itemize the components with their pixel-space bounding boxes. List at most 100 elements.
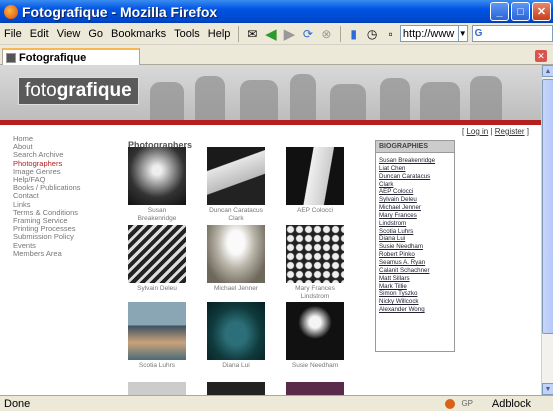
photographer-thumbnail[interactable] [286,225,344,283]
biography-link[interactable]: AEP Colocci [379,188,451,196]
caption-line: Susie Needham [291,362,339,369]
caption-line: Scotia Luhrs [138,362,176,369]
biography-link[interactable]: Duncan Caratacus [379,173,451,181]
photographer-thumbnail[interactable] [207,302,265,360]
biography-link[interactable]: Liat Chen [379,165,451,173]
menu-tools[interactable]: Tools [170,28,204,40]
photographer-thumbnail[interactable] [207,147,265,205]
banner-silhouette [240,80,278,120]
biography-link[interactable]: Calanit Schachner [379,267,451,275]
banner-silhouette [150,82,184,120]
biography-link[interactable]: Matt Sillars [379,275,451,283]
biographies-list: Susan Breakenridge Liat Chen Duncan Carata… [376,153,454,318]
scroll-up-icon[interactable]: ▲ [542,65,553,77]
caption-line: Clark [228,214,244,222]
minimize-button[interactable]: _ [490,2,509,21]
caption-line: Mary Frances [295,285,335,292]
biography-link[interactable]: Simon Tyszko [379,290,451,298]
biography-link[interactable]: Susie Needham [379,243,451,251]
menu-help[interactable]: Help [204,28,235,40]
menu-toolbar: File Edit View Go Bookmarks Tools Help ✉… [0,23,553,45]
logo-light-text: foto [25,80,57,101]
biography-link[interactable]: Nicky Willcock [379,298,451,306]
account-links: [ Log in | Register ] [461,127,529,136]
biography-link[interactable]: Susan Breakenridge [379,157,451,165]
menu-edit[interactable]: Edit [26,28,53,40]
photographer-thumbnail[interactable] [286,147,344,205]
biography-link[interactable]: Sylvain Deleu [379,196,451,204]
status-text: Done [4,397,31,410]
photographer-caption[interactable]: Diana Lui [196,362,276,370]
sidebar-icon[interactable]: ▮ [346,26,360,42]
page-viewport: foto grafique [ Log in | Register ] Home A… [0,65,541,395]
biography-link[interactable]: Clark [379,181,451,189]
adblock-label[interactable]: Adblock [492,398,531,410]
photographer-thumbnail[interactable] [286,302,344,360]
url-input[interactable]: http://www [399,25,459,42]
photographer-thumbnail[interactable] [128,302,186,360]
tab-close-icon[interactable]: ✕ [535,50,547,62]
menu-view[interactable]: View [53,28,85,40]
title-bar: Fotografique - Mozilla Firefox _ □ ✕ [0,0,553,23]
biography-link[interactable]: Scotia Luhrs [379,228,451,236]
url-dropdown-icon[interactable]: ▼ [458,25,468,42]
photographer-caption[interactable]: Scotia Luhrs [117,362,197,370]
login-link[interactable]: Log in [466,127,488,136]
photographer-caption[interactable]: AEP Colocci [275,207,355,215]
tab-strip: Fotografique ✕ [0,45,553,65]
photographer-thumbnail[interactable] [128,225,186,283]
firefox-status-icon [445,398,455,409]
caption-line: AEP Colocci [296,207,333,214]
search-input[interactable]: G [471,25,553,42]
reload-icon[interactable]: ⟳ [301,26,315,42]
photographer-thumbnail[interactable] [128,382,186,395]
biography-link[interactable]: Mary Frances [379,212,451,220]
menu-go[interactable]: Go [84,28,107,40]
register-link[interactable]: Register [495,127,525,136]
site-logo[interactable]: foto grafique [18,77,139,105]
history-icon[interactable]: ◷ [365,26,379,42]
gp-indicator: GP [461,399,473,408]
scroll-down-icon[interactable]: ▼ [542,383,553,395]
window-title: Fotografique - Mozilla Firefox [22,3,218,20]
biography-link[interactable]: Seamus A. Ryan [379,259,451,267]
biography-link[interactable]: Lindstrom [379,220,451,228]
biographies-header: BIOGRAPHIES [376,141,454,153]
status-bar: Done GP Adblock [0,395,553,411]
photographer-caption[interactable]: Sylvain Deleu [117,285,197,293]
logo-bold-text: grafique [56,80,132,101]
caption-line: Lindstrom [300,292,330,300]
photographer-caption[interactable]: Susan Breakenridge [117,207,197,222]
menu-bookmarks[interactable]: Bookmarks [107,28,170,40]
photographer-caption[interactable]: Duncan Caratacus Clark [196,207,276,222]
photographer-caption[interactable]: Michael Jenner [196,285,276,293]
biography-link[interactable]: Mark Tillie [379,283,451,291]
photographer-thumbnail[interactable] [286,382,344,395]
nav-item[interactable]: Members Area [13,249,113,258]
forward-icon[interactable]: ▶ [282,26,296,43]
tab-label: Fotografique [19,51,87,64]
tab-fotografique[interactable]: Fotografique [2,48,140,65]
banner-silhouette [330,84,366,120]
photographer-thumbnail[interactable] [207,382,265,395]
photographer-caption[interactable]: Susie Needham [275,362,355,370]
photographer-thumbnail[interactable] [207,225,265,283]
close-button[interactable]: ✕ [532,2,551,21]
stop-icon[interactable]: ⊗ [319,26,333,42]
biography-link[interactable]: Robert Pinko [379,251,451,259]
biography-link[interactable]: Alexander Wong [379,306,451,314]
biography-link[interactable]: Michael Jenner [379,204,451,212]
favicon-icon [6,52,16,63]
mail-icon[interactable]: ✉ [245,26,259,42]
photographer-thumbnail[interactable] [128,147,186,205]
caption-line: Sylvain Deleu [137,285,177,292]
biographies-panel: BIOGRAPHIES Susan Breakenridge Liat Chen D… [375,140,455,352]
back-icon[interactable]: ◀ [264,26,278,43]
window-controls: _ □ ✕ [490,2,551,21]
menu-file[interactable]: File [0,28,26,40]
maximize-button[interactable]: □ [511,2,530,21]
biography-link[interactable]: Diana Lui [379,235,451,243]
photographer-caption[interactable]: Mary Frances Lindstrom [275,285,355,300]
scroll-thumb[interactable] [542,79,553,334]
vertical-scrollbar[interactable]: ▲ ▼ [541,65,553,395]
